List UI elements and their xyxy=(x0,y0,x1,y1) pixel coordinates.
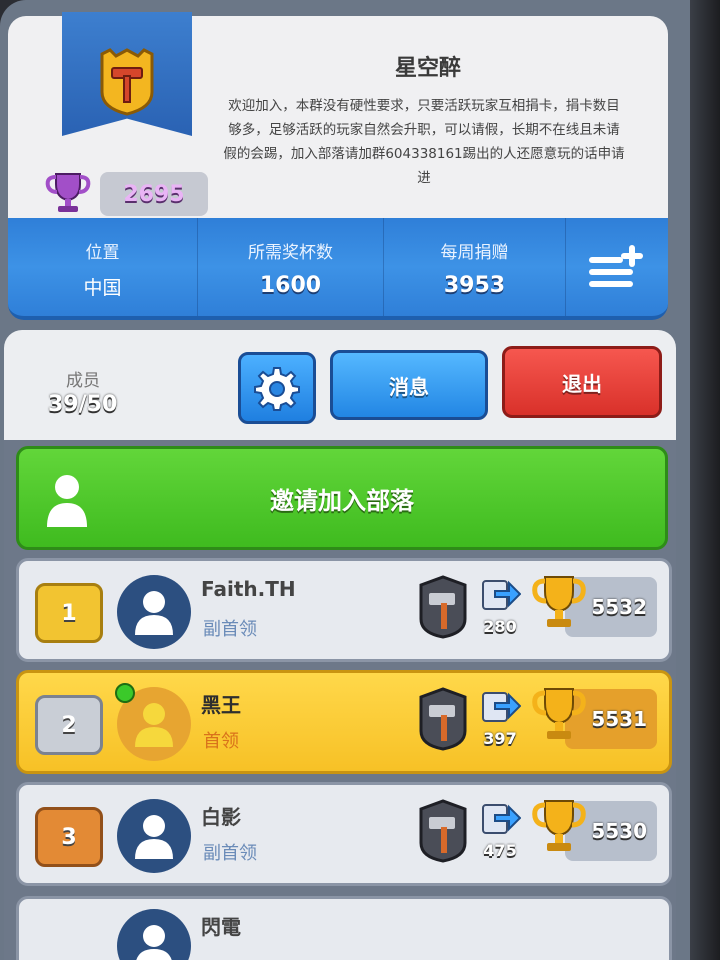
member-donations: 475 xyxy=(483,841,517,860)
arena-hammer-icon xyxy=(419,799,467,863)
donation-icon xyxy=(482,692,521,722)
stat-required-trophies: 所需奖杯数 1600 xyxy=(198,218,384,316)
settings-button[interactable] xyxy=(238,352,316,424)
invite-label: 邀请加入部落 xyxy=(270,487,414,515)
online-status-dot xyxy=(115,683,135,703)
person-icon xyxy=(136,925,172,960)
gear-icon xyxy=(254,367,300,411)
arena-hammer-icon xyxy=(419,575,467,639)
stat-location-value: 中国 xyxy=(83,277,122,299)
stat-location-label: 位置 xyxy=(85,243,120,263)
member-donations: 397 xyxy=(483,729,517,748)
stat-required-label: 所需奖杯数 xyxy=(248,243,333,263)
clan-trophy-icon xyxy=(45,173,91,212)
member-name: Faith.TH xyxy=(201,577,296,601)
arena-hammer-icon xyxy=(419,687,467,751)
clan-trophy-count: 2695 xyxy=(100,172,208,216)
member-rank: 2 xyxy=(35,695,103,755)
stat-donations-value: 3953 xyxy=(443,273,506,298)
stat-weekly-donations: 每周捐赠 3953 xyxy=(384,218,566,316)
members-count: 39/50 xyxy=(48,392,118,417)
donation-icon xyxy=(482,580,521,610)
clan-description: 欢迎加入，本群没有硬性要求，只要活跃玩家互相捐卡，捐卡数目够多，足够活跃的玩家自… xyxy=(223,98,625,186)
clan-badge-hammer-icon xyxy=(100,48,154,116)
trophy-icon xyxy=(532,576,586,627)
stat-location: 位置 中国 xyxy=(8,218,198,316)
member-row[interactable]: 閃電 xyxy=(16,896,672,960)
clan-info-card: 星空醉 欢迎加入，本群没有硬性要求，只要活跃玩家互相捐卡，捐卡数目够多，足够活跃… xyxy=(8,12,668,224)
person-icon xyxy=(135,703,173,747)
avatar xyxy=(117,799,191,873)
member-name: 閃電 xyxy=(201,915,241,939)
avatar xyxy=(117,575,191,649)
members-label: 成员 xyxy=(66,371,100,391)
clan-stats-bar: 位置 中国 所需奖杯数 1600 每周捐赠 3953 xyxy=(8,218,668,320)
member-role: 副首领 xyxy=(203,843,257,864)
leave-button[interactable]: 退出 xyxy=(502,346,662,418)
member-rank: 1 xyxy=(35,583,103,643)
donation-icon xyxy=(482,804,521,834)
member-row[interactable]: 1 Faith.TH 副首领 280 5532 xyxy=(16,558,672,662)
menu-plus-icon xyxy=(589,245,643,287)
trophy-icon xyxy=(532,800,586,851)
game-screen: 星空醉 欢迎加入，本群没有硬性要求，只要活跃玩家互相捐卡，捐卡数目够多，足够活跃… xyxy=(0,0,700,960)
stat-donations-label: 每周捐赠 xyxy=(440,243,509,263)
member-name: 白影 xyxy=(201,805,241,829)
message-button[interactable]: 消息 xyxy=(330,350,488,420)
invite-to-clan-button[interactable]: 邀请加入部落 xyxy=(16,446,668,550)
stat-required-value: 1600 xyxy=(259,273,322,298)
member-role: 副首领 xyxy=(203,619,257,640)
trophy-icon xyxy=(532,688,586,739)
member-row[interactable]: 3 白影 副首领 475 5530 xyxy=(16,782,672,886)
clan-menu-button[interactable] xyxy=(566,218,668,316)
avatar xyxy=(117,909,191,960)
person-icon xyxy=(135,815,173,859)
person-icon xyxy=(135,591,173,635)
device-bezel xyxy=(690,0,720,960)
member-row[interactable]: 2 黑王 首领 397 5531 xyxy=(16,670,672,774)
member-role: 首领 xyxy=(203,731,239,752)
member-rank: 3 xyxy=(35,807,103,867)
member-donations: 280 xyxy=(483,617,517,636)
member-name: 黑王 xyxy=(201,693,241,717)
clan-name: 星空醉 xyxy=(394,56,461,81)
